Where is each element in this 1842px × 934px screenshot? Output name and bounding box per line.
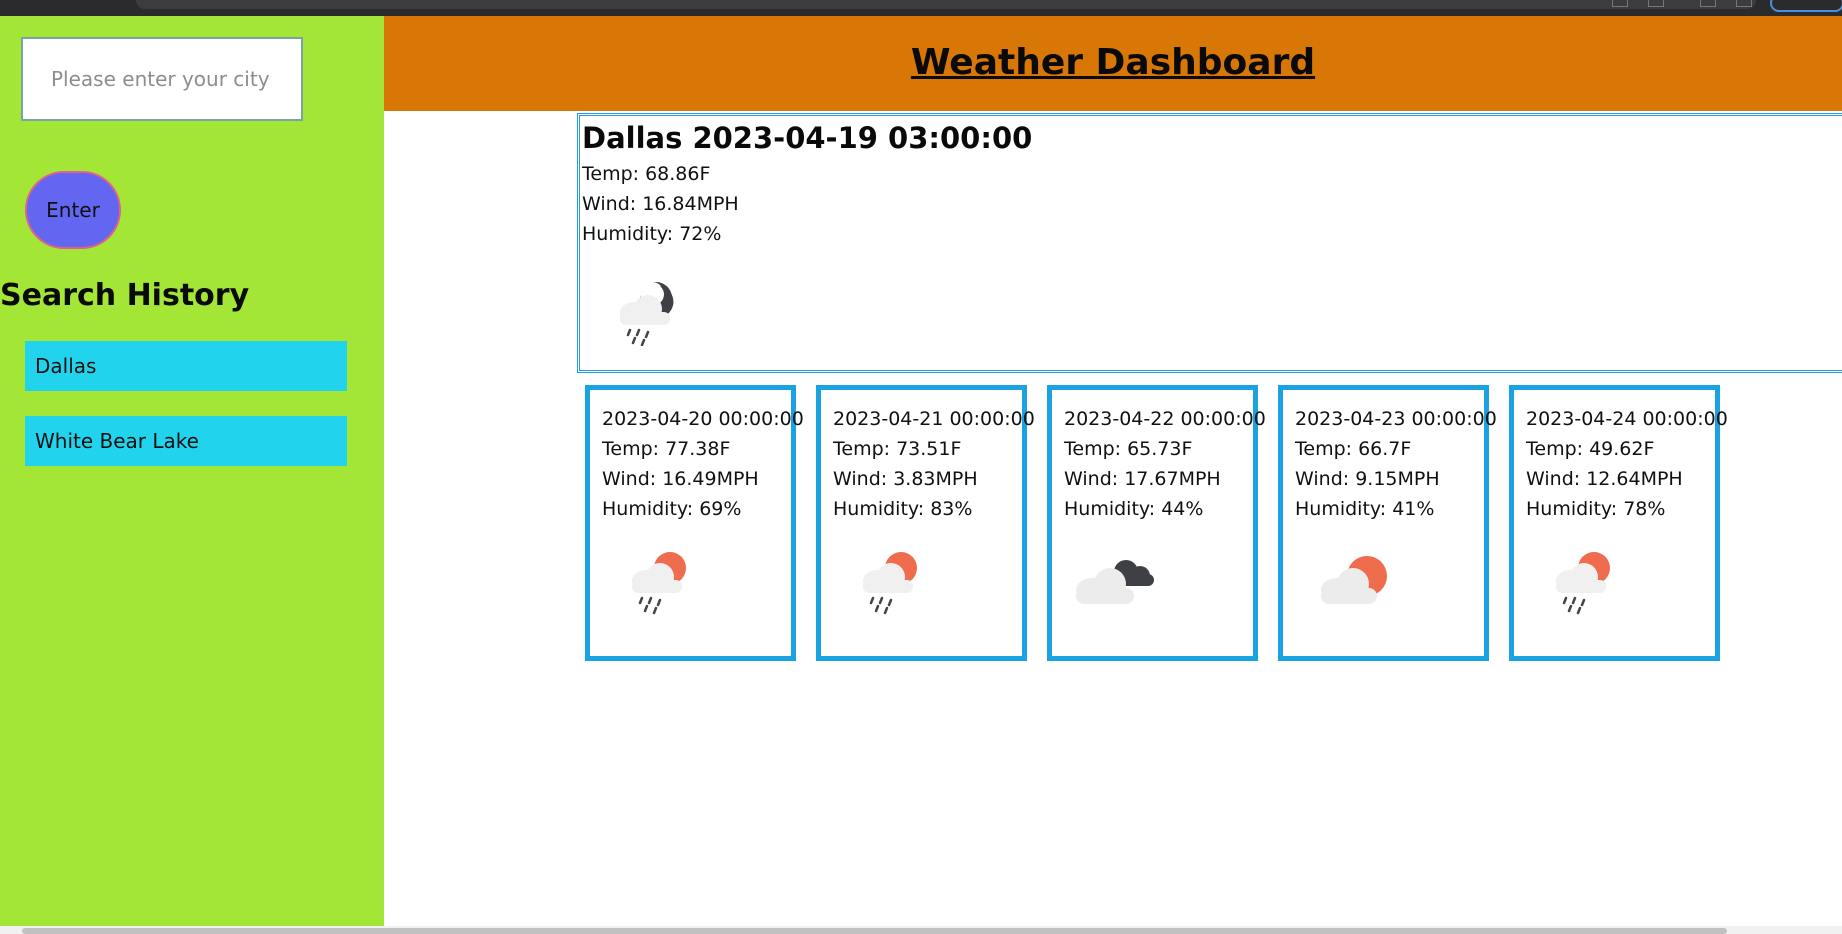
forecast-card: 2023-04-22 00:00:00 Temp: 65.73F Wind: 1… [1047,385,1266,661]
forecast-temp: Temp: 49.62F [1526,438,1655,460]
current-city-heading: Dallas 2023-04-19 03:00:00 [582,121,1033,155]
horizontal-scrollbar[interactable] [0,926,1842,934]
forecast-temp: Temp: 77.38F [602,438,731,460]
forecast-wind: Wind: 3.83MPH [833,468,978,490]
forecast-date: 2023-04-24 00:00:00 [1526,408,1728,430]
page-header: Weather Dashboard [384,16,1842,111]
forecast-date: 2023-04-21 00:00:00 [833,408,1035,430]
history-item-dallas[interactable]: Dallas [25,341,347,391]
browser-control-icon[interactable] [1648,0,1664,7]
forecast-temp: Temp: 66.7F [1295,438,1412,460]
search-history-title: Search History [0,278,250,313]
city-search-input[interactable] [21,37,303,121]
sun-cloud-rain-icon [1542,546,1642,616]
forecast-humidity: Humidity: 83% [833,498,973,520]
page-title: Weather Dashboard [910,42,1316,83]
forecast-card: 2023-04-24 00:00:00 Temp: 49.62F Wind: 1… [1509,385,1728,661]
forecast-wind: Wind: 9.15MPH [1295,468,1440,490]
forecast-temp: Temp: 73.51F [833,438,962,460]
forecast-date: 2023-04-20 00:00:00 [602,408,804,430]
night-rain-icon [608,276,682,347]
sidebar: Enter Search History Dallas White Bear L… [0,16,384,926]
browser-address-bar [136,0,1756,9]
current-wind: Wind: 16.84MPH [582,193,739,215]
forecast-date: 2023-04-22 00:00:00 [1064,408,1266,430]
scrollbar-thumb[interactable] [22,928,1727,934]
current-weather-card: Dallas 2023-04-19 03:00:00 Temp: 68.86F … [577,113,1842,373]
forecast-humidity: Humidity: 44% [1064,498,1204,520]
forecast-humidity: Humidity: 41% [1295,498,1435,520]
sun-cloud-rain-icon [849,546,949,616]
search-history-list: Dallas White Bear Lake [25,341,347,491]
forecast-humidity: Humidity: 78% [1526,498,1666,520]
forecast-wind: Wind: 17.67MPH [1064,468,1221,490]
browser-control-icon[interactable] [1700,0,1716,7]
dark-clouds-icon [1066,546,1166,616]
browser-profile-pill[interactable] [1770,0,1842,12]
forecast-card: 2023-04-21 00:00:00 Temp: 73.51F Wind: 3… [816,385,1035,661]
sun-cloud-rain-icon [618,546,718,616]
sun-cloud-icon [1313,546,1413,616]
browser-control-icon[interactable] [1612,0,1628,7]
current-temp: Temp: 68.86F [582,163,711,185]
forecast-humidity: Humidity: 69% [602,498,742,520]
browser-control-icon[interactable] [1736,0,1752,7]
current-humidity: Humidity: 72% [582,223,722,245]
forecast-card: 2023-04-23 00:00:00 Temp: 66.7F Wind: 9.… [1278,385,1497,661]
forecast-wind: Wind: 12.64MPH [1526,468,1683,490]
forecast-card: 2023-04-20 00:00:00 Temp: 77.38F Wind: 1… [585,385,804,661]
history-item-white-bear-lake[interactable]: White Bear Lake [25,416,347,466]
browser-chrome-strip [0,0,1842,16]
forecast-date: 2023-04-23 00:00:00 [1295,408,1497,430]
forecast-wind: Wind: 16.49MPH [602,468,759,490]
enter-button[interactable]: Enter [25,171,121,249]
forecast-temp: Temp: 65.73F [1064,438,1193,460]
